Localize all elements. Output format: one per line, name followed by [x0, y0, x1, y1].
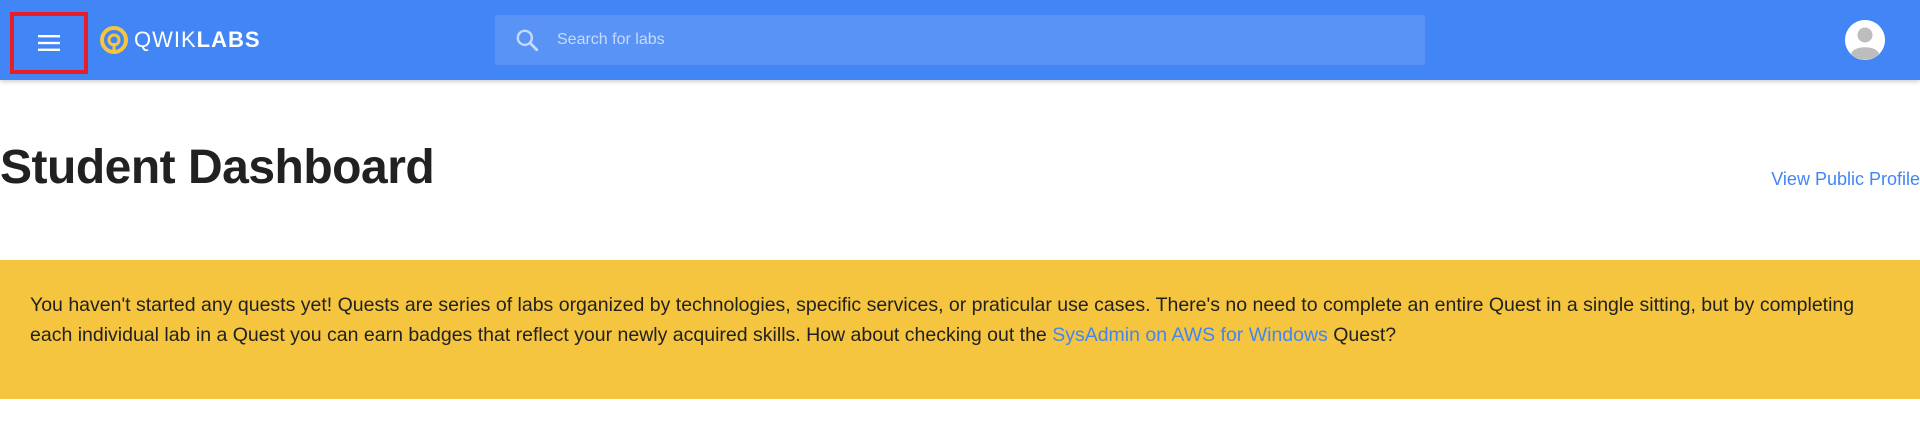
quest-notice-banner: You haven't started any quests yet! Ques…	[0, 260, 1920, 399]
logo-wordmark: QWIKLABS	[134, 29, 261, 51]
user-avatar-icon	[1845, 20, 1885, 60]
search-icon	[511, 24, 543, 56]
top-app-bar: QWIKLABS	[0, 0, 1920, 80]
notice-text: You haven't started any quests yet! Ques…	[30, 294, 1855, 346]
menu-icon	[38, 35, 60, 51]
sysadmin-aws-windows-quest-link[interactable]: SysAdmin on AWS for Windows	[1052, 324, 1328, 346]
logo-text-bold: LABS	[196, 27, 261, 52]
search-input[interactable]	[555, 19, 1425, 61]
avatar[interactable]	[1845, 20, 1885, 60]
search-bar[interactable]	[495, 15, 1425, 65]
page-title: Student Dashboard	[0, 141, 435, 194]
logo-text-light: QWIK	[134, 27, 197, 52]
notice-text-end: Quest?	[1327, 324, 1397, 346]
qwiklabs-logo-icon	[100, 26, 128, 54]
view-public-profile-link[interactable]: View Public Profile	[1771, 169, 1920, 190]
menu-button[interactable]	[10, 12, 88, 74]
qwiklabs-logo[interactable]: QWIKLABS	[100, 24, 261, 56]
